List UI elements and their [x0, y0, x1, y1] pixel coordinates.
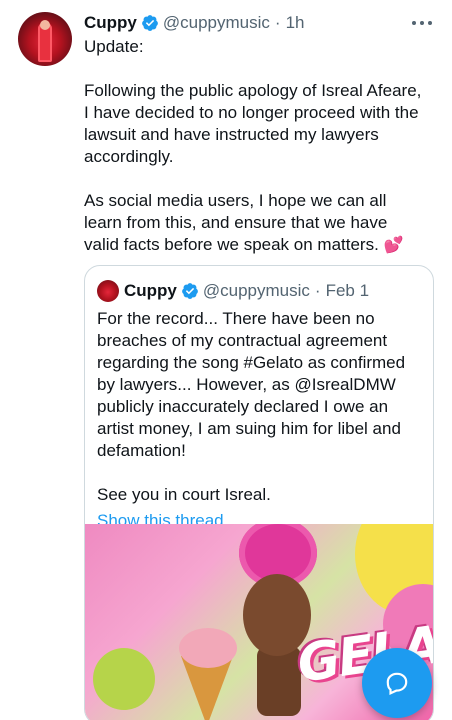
quoted-avatar — [97, 280, 119, 302]
compose-reply-icon — [386, 672, 408, 695]
compose-reply-button[interactable] — [362, 648, 432, 718]
tweet-paragraph-text: As social media users, I hope we can all… — [84, 191, 388, 254]
avatar[interactable] — [18, 12, 72, 66]
tweet-paragraph: Update: — [84, 37, 144, 56]
tweet-paragraph: Following the public apology of Isreal A… — [84, 81, 422, 166]
tweet-paragraph: As social media users, I hope we can all… — [84, 190, 424, 257]
tweet-timestamp[interactable]: 1h — [286, 13, 305, 33]
quoted-tweet-body: For the record... There have been no bre… — [97, 308, 427, 532]
tweet-header: Cuppy @cuppymusic · 1h — [84, 12, 305, 34]
author-name[interactable]: Cuppy — [84, 13, 137, 33]
two-hearts-emoji: 💕 — [383, 237, 404, 254]
quoted-paragraph: See you in court Isreal. — [97, 485, 271, 504]
more-dot — [428, 21, 432, 25]
quoted-author-name: Cuppy — [124, 281, 177, 300]
verified-badge-icon — [182, 283, 198, 299]
quoted-tweet-header: Cuppy @cuppymusic · Feb 1 — [97, 280, 369, 302]
more-dot — [412, 21, 416, 25]
quoted-timestamp: Feb 1 — [325, 281, 370, 300]
avatar-head — [40, 20, 50, 30]
quoted-author-handle: @cuppymusic — [202, 281, 310, 300]
media-ice-cream-scoop — [179, 628, 237, 668]
verified-badge-icon — [142, 15, 158, 31]
separator-dot: · — [314, 281, 321, 300]
separator-dot: · — [274, 13, 281, 32]
author-handle[interactable]: @cuppymusic — [163, 13, 270, 33]
media-neck — [257, 646, 301, 716]
more-dot — [420, 21, 424, 25]
quoted-paragraph: For the record... There have been no bre… — [97, 309, 406, 460]
tweet-body: Update: Following the public apology of … — [84, 36, 424, 279]
more-options-icon[interactable] — [412, 14, 432, 32]
media-green-ball — [93, 648, 155, 710]
tweet[interactable]: Cuppy @cuppymusic · 1h Update: Following… — [0, 0, 452, 720]
